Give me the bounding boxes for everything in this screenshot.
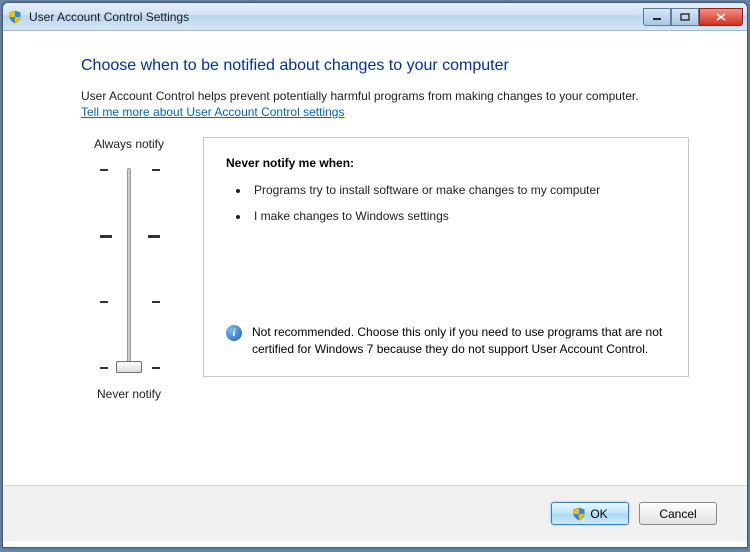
info-title: Never notify me when: xyxy=(226,156,668,170)
ok-button[interactable]: OK xyxy=(551,502,629,525)
minimize-button[interactable] xyxy=(643,8,671,26)
ok-label: OK xyxy=(590,507,607,521)
page-description: User Account Control helps prevent poten… xyxy=(81,89,689,103)
content-area: Choose when to be notified about changes… xyxy=(3,31,747,485)
cancel-button[interactable]: Cancel xyxy=(639,502,717,525)
page-heading: Choose when to be notified about changes… xyxy=(81,57,689,75)
body-row: Always notify Never notify Never notify … xyxy=(81,137,689,401)
slider-track xyxy=(127,168,131,368)
info-box: Never notify me when: Programs try to in… xyxy=(203,137,689,377)
slider-label-top: Always notify xyxy=(94,137,164,151)
window-title: User Account Control Settings xyxy=(29,10,643,24)
window-controls xyxy=(643,8,743,26)
info-icon: i xyxy=(226,325,242,341)
footer: OK Cancel xyxy=(3,485,747,541)
slider-thumb[interactable] xyxy=(116,361,142,373)
maximize-button[interactable] xyxy=(671,8,699,26)
maximize-icon xyxy=(680,13,690,21)
close-icon xyxy=(716,13,726,21)
minimize-icon xyxy=(652,13,662,21)
list-item: Programs try to install software or make… xyxy=(250,182,668,198)
uac-window: User Account Control Settings Choose whe… xyxy=(2,2,748,548)
info-bullets: Programs try to install software or make… xyxy=(226,182,668,234)
learn-more-link[interactable]: Tell me more about User Account Control … xyxy=(81,105,344,119)
warning-text: Not recommended. Choose this only if you… xyxy=(252,324,668,358)
shield-icon xyxy=(7,9,23,25)
warning-row: i Not recommended. Choose this only if y… xyxy=(226,324,668,358)
cancel-label: Cancel xyxy=(659,507,696,521)
shield-icon xyxy=(572,507,586,521)
notification-slider[interactable] xyxy=(99,157,159,379)
list-item: I make changes to Windows settings xyxy=(250,208,668,224)
slider-column: Always notify Never notify xyxy=(81,137,177,401)
slider-label-bottom: Never notify xyxy=(97,387,161,401)
close-button[interactable] xyxy=(699,8,743,26)
titlebar[interactable]: User Account Control Settings xyxy=(3,3,747,31)
